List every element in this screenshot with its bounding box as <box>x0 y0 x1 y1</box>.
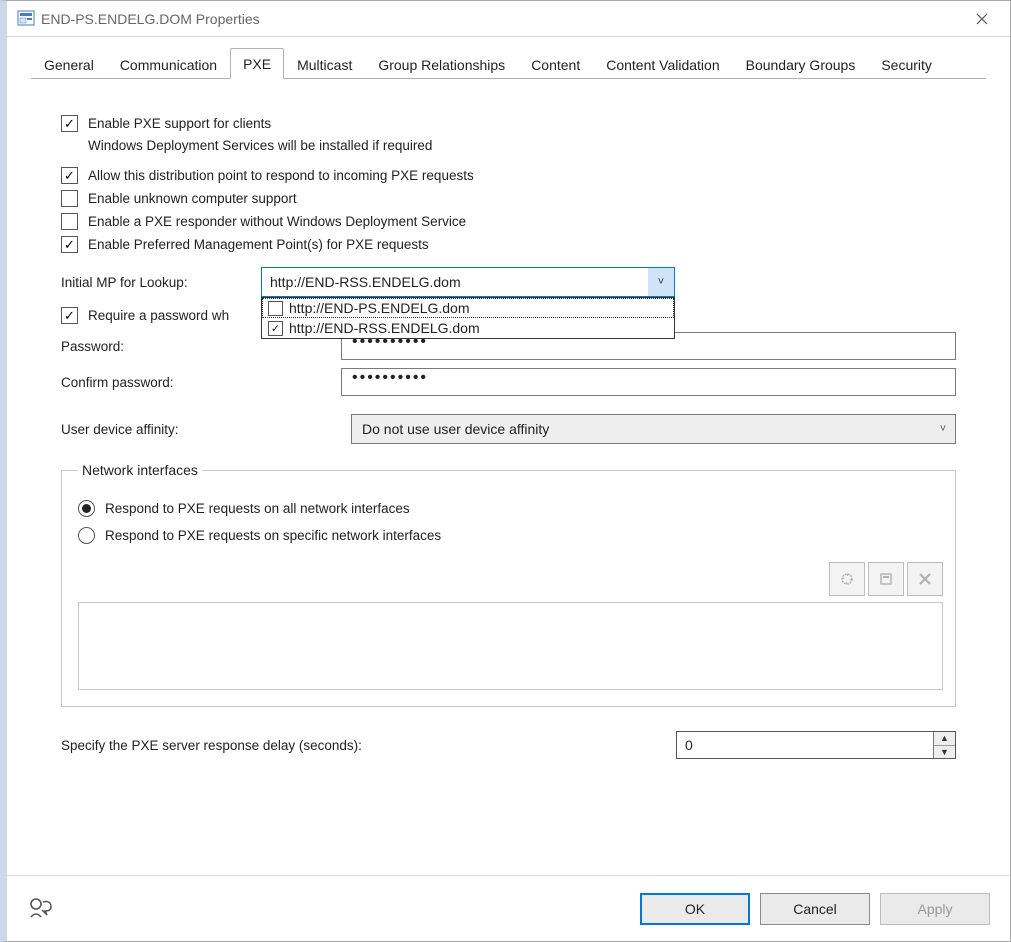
unknown-support-checkbox[interactable] <box>61 190 78 207</box>
apply-button[interactable]: Apply <box>880 893 990 925</box>
allow-respond-label: Allow this distribution point to respond… <box>88 168 474 183</box>
close-button[interactable] <box>962 1 1002 37</box>
titlebar: END-PS.ENDELG.DOM Properties <box>7 1 1010 37</box>
delete-interface-button[interactable] <box>907 562 943 596</box>
initial-mp-combo[interactable]: http://END-RSS.ENDELG.dom ˅ http://END-P… <box>261 267 675 297</box>
ni-all-label: Respond to PXE requests on all network i… <box>105 501 410 516</box>
delay-label: Specify the PXE server response delay (s… <box>61 738 676 753</box>
tab-pxe[interactable]: PXE <box>230 48 284 79</box>
tab-boundary[interactable]: Boundary Groups <box>733 49 869 79</box>
tab-communication[interactable]: Communication <box>107 49 230 79</box>
spinner-down-icon[interactable]: ▼ <box>934 746 955 759</box>
affinity-select[interactable]: Do not use user device affinity ˅ <box>351 414 956 444</box>
enable-pxe-note: Windows Deployment Services will be inst… <box>88 138 956 153</box>
tab-multicast[interactable]: Multicast <box>284 49 365 79</box>
properties-dialog: END-PS.ENDELG.DOM Properties General Com… <box>0 0 1011 942</box>
allow-respond-checkbox[interactable]: ✓ <box>61 167 78 184</box>
preferred-mp-label: Enable Preferred Management Point(s) for… <box>88 237 429 252</box>
network-interfaces-list[interactable] <box>78 602 943 690</box>
password-label: Password: <box>61 339 341 354</box>
mp-option-1-label: http://END-RSS.ENDELG.dom <box>289 320 480 336</box>
ok-button[interactable]: OK <box>640 893 750 925</box>
tab-grouprel[interactable]: Group Relationships <box>365 49 518 79</box>
unknown-support-label: Enable unknown computer support <box>88 191 297 206</box>
mp-option-0-label: http://END-PS.ENDELG.dom <box>289 300 470 316</box>
initial-mp-value: http://END-RSS.ENDELG.dom <box>262 274 648 290</box>
responder-nowds-checkbox[interactable] <box>61 213 78 230</box>
mp-option-0[interactable]: http://END-PS.ENDELG.dom <box>262 298 674 318</box>
footer: OK Cancel Apply <box>7 875 1010 941</box>
confirm-password-input[interactable]: •••••••••• <box>341 368 956 396</box>
affinity-value: Do not use user device affinity <box>352 421 931 437</box>
require-password-label: Require a password wh <box>88 308 229 323</box>
content: General Communication PXE Multicast Grou… <box>7 37 1010 875</box>
spinner-up-icon[interactable]: ▲ <box>934 732 955 746</box>
chevron-down-icon: ˅ <box>931 423 955 435</box>
mp-option-1-checkbox[interactable]: ✓ <box>268 321 283 336</box>
initial-mp-dropdown: http://END-PS.ENDELG.dom ✓ http://END-RS… <box>261 297 675 339</box>
delay-value[interactable]: 0 <box>677 732 933 758</box>
add-interface-button[interactable] <box>829 562 865 596</box>
delay-spinner[interactable]: 0 ▲ ▼ <box>676 731 956 759</box>
initial-mp-label: Initial MP for Lookup: <box>61 275 261 290</box>
enable-pxe-label: Enable PXE support for clients <box>88 116 271 131</box>
chevron-down-icon[interactable]: ˅ <box>648 268 674 296</box>
network-interfaces-legend: Network interfaces <box>78 462 202 478</box>
tab-contentval[interactable]: Content Validation <box>593 49 732 79</box>
responder-nowds-label: Enable a PXE responder without Windows D… <box>88 214 466 229</box>
ni-all-radio[interactable] <box>78 500 95 517</box>
tabstrip: General Communication PXE Multicast Grou… <box>31 47 986 79</box>
mp-option-1[interactable]: ✓ http://END-RSS.ENDELG.dom <box>262 318 674 338</box>
tab-security[interactable]: Security <box>868 49 945 79</box>
ni-specific-label: Respond to PXE requests on specific netw… <box>105 528 441 543</box>
tab-content[interactable]: Content <box>518 49 593 79</box>
confirm-password-label: Confirm password: <box>61 375 341 390</box>
app-icon <box>17 10 35 28</box>
tab-general[interactable]: General <box>31 49 107 79</box>
affinity-label: User device affinity: <box>61 422 351 437</box>
network-interfaces-group: Network interfaces Respond to PXE reques… <box>61 462 956 707</box>
cancel-button[interactable]: Cancel <box>760 893 870 925</box>
enable-pxe-checkbox[interactable]: ✓ <box>61 115 78 132</box>
preferred-mp-checkbox[interactable]: ✓ <box>61 236 78 253</box>
edit-interface-button[interactable] <box>868 562 904 596</box>
require-password-checkbox[interactable]: ✓ <box>61 307 78 324</box>
window-title: END-PS.ENDELG.DOM Properties <box>41 11 962 27</box>
feedback-icon[interactable] <box>27 895 55 923</box>
pxe-pane: ✓ Enable PXE support for clients Windows… <box>21 79 996 769</box>
mp-option-0-checkbox[interactable] <box>268 301 283 316</box>
ni-specific-radio[interactable] <box>78 527 95 544</box>
